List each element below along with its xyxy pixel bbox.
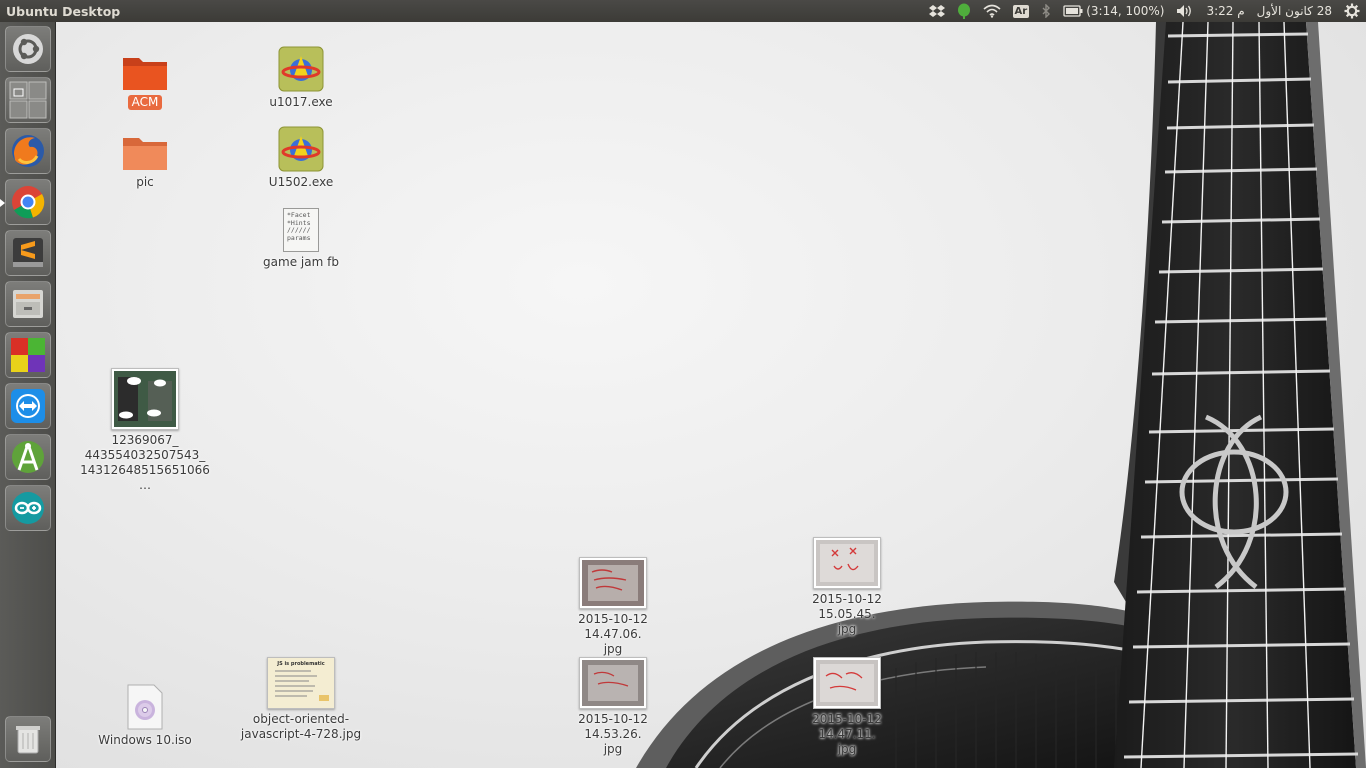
disc-image-icon: [127, 684, 163, 730]
arduino-icon: [12, 492, 44, 524]
drawer-icon: [13, 290, 43, 318]
file-game-jam-label: game jam fb: [263, 255, 339, 269]
launcher-firefox[interactable]: [5, 128, 51, 174]
file-oo-javascript[interactable]: JS is problematic object-oriented- javas…: [236, 657, 366, 742]
file-u1017-label: u1017.exe: [269, 95, 333, 109]
android-studio-icon: [12, 441, 44, 473]
launcher-chrome[interactable]: [0, 179, 51, 225]
file-img-150545[interactable]: 2015-10-12 15.05.45. jpg: [782, 537, 912, 637]
firefox-icon: [12, 135, 44, 167]
bluetooth-icon[interactable]: [1035, 0, 1057, 22]
battery-label: (3:14, 100%): [1086, 4, 1165, 18]
launcher-trash[interactable]: [5, 716, 51, 762]
cubes-icon: [11, 338, 45, 372]
folder-acm[interactable]: ACM: [80, 48, 210, 110]
ubuntu-logo-icon: [13, 34, 43, 64]
window-title: Ubuntu Desktop: [6, 3, 121, 19]
launcher-archive[interactable]: [5, 281, 51, 327]
image-thumbnail: [579, 557, 647, 609]
exe-app-icon: [278, 126, 324, 172]
file-img-144706[interactable]: 2015-10-12 14.47.06. jpg: [548, 557, 678, 657]
file-u1502[interactable]: U1502.exe: [236, 124, 366, 190]
file-windows-iso-label: Windows 10.iso: [98, 733, 192, 747]
folder-icon: [123, 58, 167, 90]
file-img-144706-label: 2015-10-12 14.47.06. jpg: [578, 612, 648, 656]
folder-pic[interactable]: pic: [80, 128, 210, 190]
keyboard-layout-indicator[interactable]: Ar: [1007, 0, 1036, 22]
launcher-workspace-switcher[interactable]: [5, 77, 51, 123]
image-thumbnail: JS is problematic: [267, 657, 335, 709]
gear-icon[interactable]: [1338, 0, 1366, 22]
indicator-area: Ar (3:14, 100%) 3:22 م 28 كانون الأول: [923, 0, 1366, 22]
chat-status-icon[interactable]: [951, 0, 977, 22]
file-u1502-label: U1502.exe: [268, 175, 334, 189]
launcher-arduino[interactable]: [5, 485, 51, 531]
launcher-cubes-app[interactable]: [5, 332, 51, 378]
clock-time[interactable]: 3:22 م: [1200, 0, 1250, 22]
sublime-icon: [13, 238, 43, 267]
image-thumbnail: [813, 537, 881, 589]
dropbox-icon[interactable]: [923, 0, 951, 22]
battery-indicator[interactable]: (3:14, 100%): [1057, 0, 1170, 22]
image-thumbnail: [579, 657, 647, 709]
launcher-dash-home[interactable]: [5, 26, 51, 72]
file-game-jam[interactable]: *Facet *Hints ////// params game jam fb: [236, 204, 366, 270]
folder-icon: [123, 138, 167, 170]
volume-icon[interactable]: [1170, 0, 1200, 22]
file-photo-12369067[interactable]: 12369067_ 443554032507543_ 1431264851565…: [80, 366, 210, 493]
folder-acm-label: ACM: [127, 95, 163, 110]
top-panel: Ubuntu Desktop Ar (3:14, 100%) 3:22 م 28…: [0, 0, 1366, 22]
wifi-icon[interactable]: [977, 0, 1007, 22]
battery-icon: [1063, 5, 1083, 17]
file-img-145326[interactable]: 2015-10-12 14.53.26. jpg: [548, 657, 678, 757]
workspace-icon: [9, 81, 47, 119]
folder-pic-label: pic: [136, 175, 154, 189]
launcher-sublime-text[interactable]: [5, 230, 51, 276]
file-img-144711[interactable]: 2015-10-12 14.47.11. jpg: [782, 657, 912, 757]
file-img-145326-label: 2015-10-12 14.53.26. jpg: [578, 712, 648, 756]
file-photo-12369067-label: 12369067_ 443554032507543_ 1431264851565…: [80, 433, 210, 492]
clock-date[interactable]: 28 كانون الأول: [1251, 0, 1338, 22]
launcher-android-studio[interactable]: [5, 434, 51, 480]
file-u1017[interactable]: u1017.exe: [236, 44, 366, 110]
teamviewer-icon: [11, 389, 45, 423]
keyboard-layout-label: Ar: [1012, 4, 1030, 18]
launcher-teamviewer[interactable]: [5, 383, 51, 429]
image-thumbnail: [813, 657, 881, 709]
file-img-150545-label: 2015-10-12 15.05.45. jpg: [812, 592, 882, 636]
file-oo-javascript-label: object-oriented- javascript-4-728.jpg: [240, 712, 362, 741]
unity-launcher: [0, 22, 56, 768]
chrome-icon: [12, 186, 45, 219]
text-file-icon: *Facet *Hints ////// params: [283, 208, 319, 252]
exe-app-icon: [278, 46, 324, 92]
image-thumbnail: [111, 368, 179, 430]
file-img-144711-label: 2015-10-12 14.47.11. jpg: [812, 712, 882, 756]
file-windows-iso[interactable]: Windows 10.iso: [80, 682, 210, 748]
trash-icon: [16, 726, 40, 754]
